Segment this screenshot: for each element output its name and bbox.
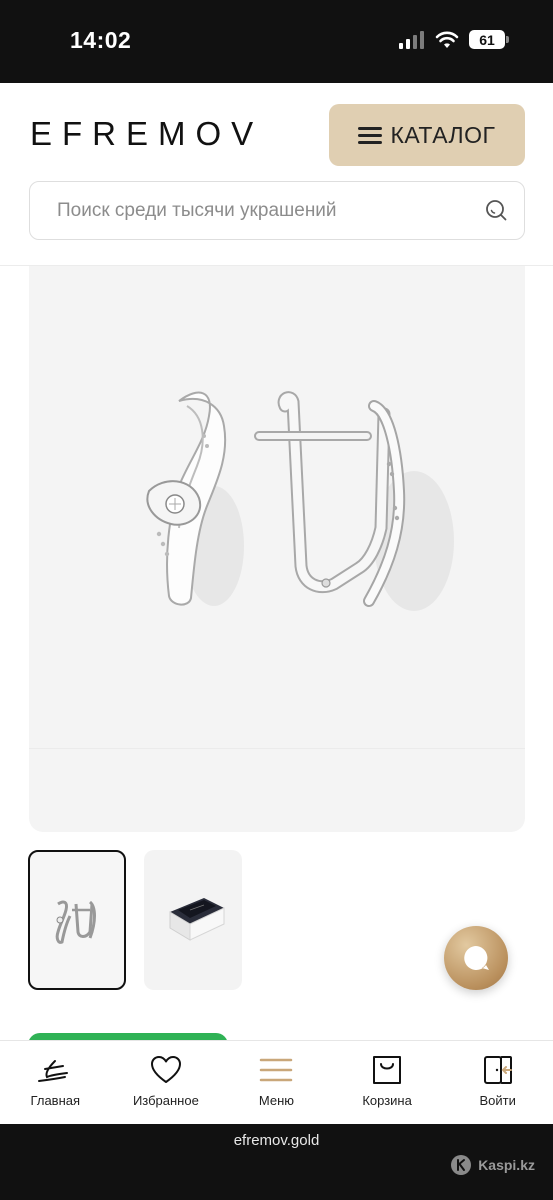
battery-icon: 61	[469, 30, 509, 49]
bag-icon	[373, 1056, 402, 1084]
login-icon	[483, 1056, 512, 1084]
site-header: EFREMOV КАТАЛОГ	[0, 83, 553, 266]
kaspi-logo-icon	[451, 1155, 472, 1175]
catalog-label: КАТАЛОГ	[390, 121, 496, 148]
menu-icon	[260, 1058, 293, 1082]
nav-label-cart: Корзина	[362, 1093, 412, 1108]
kaspi-watermark-text: Kaspi.kz	[478, 1157, 535, 1173]
earrings-image	[146, 391, 454, 611]
chat-button[interactable]	[444, 926, 508, 990]
catalog-button[interactable]: КАТАЛОГ	[329, 104, 525, 166]
chat-icon	[464, 946, 489, 970]
battery-level: 61	[469, 30, 505, 49]
nav-label-menu: Меню	[258, 1093, 295, 1108]
browser-bar: efremov.gold Kaspi.kz	[0, 1124, 553, 1200]
nav-item-login[interactable]: Войти	[442, 1041, 553, 1124]
box-thumbnail-image	[169, 898, 225, 941]
nav-item-favorites[interactable]: Избранное	[111, 1041, 222, 1124]
search-icon[interactable]	[484, 198, 508, 222]
heart-icon	[150, 1056, 181, 1083]
product-image[interactable]	[29, 266, 525, 832]
search-input[interactable]	[57, 182, 477, 239]
efremov-logo[interactable]: EFREMOV	[30, 115, 263, 153]
nav-label-login: Войти	[479, 1093, 516, 1108]
nav-item-menu[interactable]: Меню	[221, 1041, 332, 1124]
home-logo-icon	[38, 1060, 69, 1082]
nav-label-home: Главная	[30, 1093, 81, 1108]
status-bar: 14:02 61	[0, 0, 553, 83]
kaspi-watermark: Kaspi.kz	[450, 1154, 535, 1176]
burger-icon	[358, 126, 383, 144]
address-bar-url[interactable]: efremov.gold	[0, 1132, 553, 1149]
wifi-icon	[435, 31, 459, 48]
thumbnail-earrings[interactable]	[28, 850, 126, 990]
search-box[interactable]	[29, 181, 525, 240]
nav-item-home[interactable]: Главная	[0, 1041, 111, 1124]
status-icons: 61	[399, 30, 509, 49]
bottom-nav: Главная Избранное Меню Корзина Войти	[0, 1040, 553, 1124]
nav-item-cart[interactable]: Корзина	[332, 1041, 443, 1124]
nav-label-favorites: Избранное	[132, 1093, 199, 1108]
signal-icon	[399, 30, 424, 49]
earrings-thumbnail-image	[55, 900, 96, 944]
status-time: 14:02	[70, 27, 132, 53]
thumbnail-box[interactable]	[144, 850, 242, 990]
